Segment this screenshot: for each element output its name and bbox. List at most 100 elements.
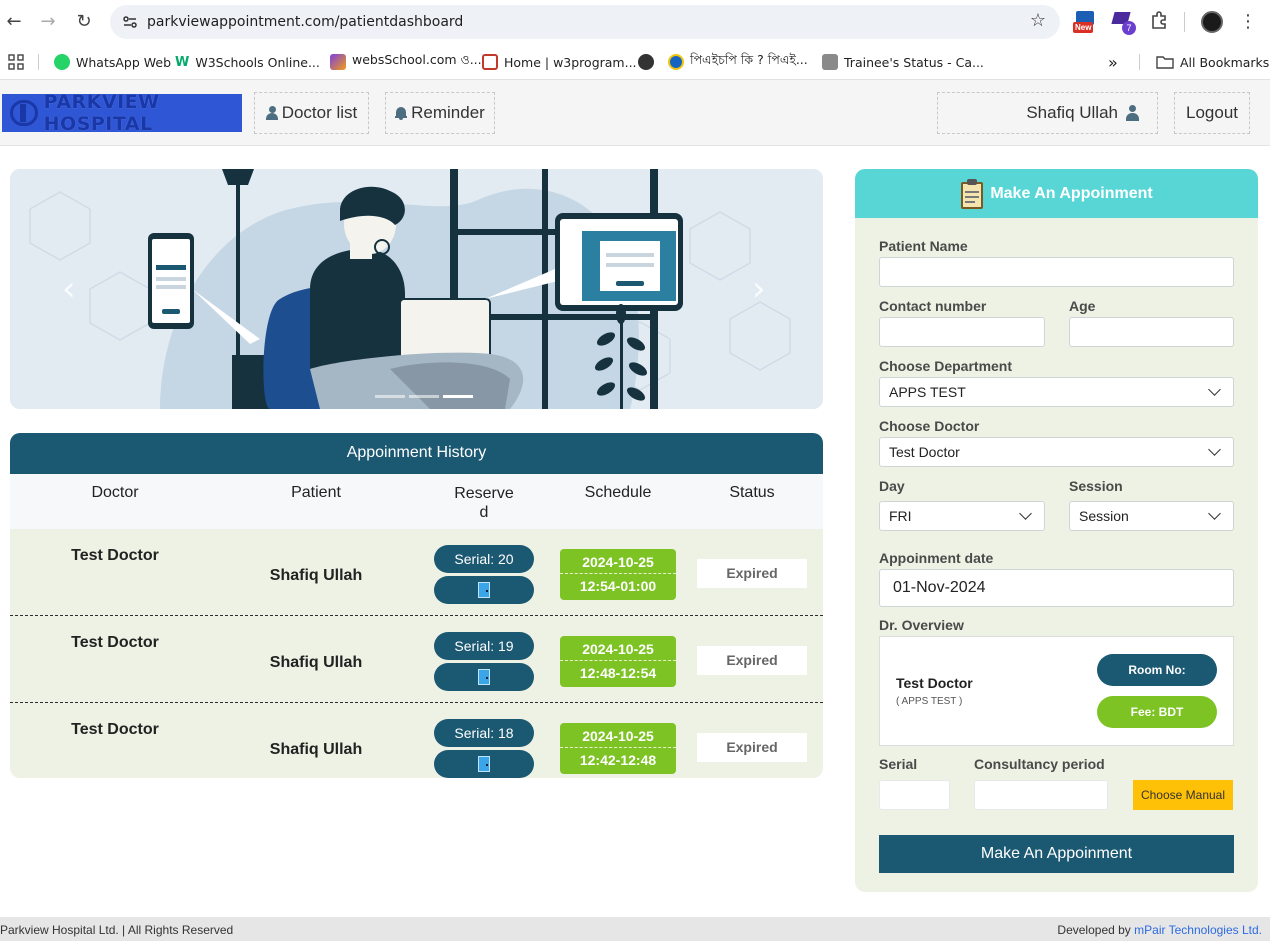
bookmark-star-icon[interactable]: ☆ — [1030, 10, 1046, 31]
more-bookmarks-icon[interactable]: » — [1108, 52, 1118, 72]
browser-toolbar: ← → ↻ parkviewappointment.com/patientdas… — [0, 0, 1270, 44]
toolbar-divider — [1184, 12, 1185, 32]
department-selected-value: APPS TEST — [889, 384, 966, 400]
serial-badge: Serial: 19 — [434, 632, 534, 660]
choose-manual-button[interactable]: Choose Manual — [1133, 780, 1233, 810]
carousel-indicator[interactable] — [375, 395, 405, 398]
whatsapp-icon — [54, 54, 70, 70]
carousel-indicator-active[interactable] — [443, 395, 473, 398]
reminder-button[interactable]: Reminder — [385, 92, 495, 134]
reminder-label: Reminder — [411, 103, 485, 122]
logo-text: PARKVIEW HOSPITAL — [43, 91, 160, 135]
chevron-down-icon — [1208, 507, 1221, 520]
chevron-down-icon — [1208, 443, 1221, 456]
schedule-date: 2024-10-25 — [560, 549, 676, 574]
user-profile-button[interactable]: Shafiq Ullah — [937, 92, 1158, 134]
room-door-button[interactable] — [434, 576, 534, 604]
bookmark-w3program[interactable]: Home | w3program... — [482, 52, 637, 72]
bookmark-w3schools[interactable]: W W3Schools Online... — [175, 52, 320, 72]
door-icon — [478, 669, 490, 685]
bookmark-trainee[interactable]: Trainee's Status - Ca... — [822, 52, 984, 72]
carousel-indicator[interactable] — [409, 395, 439, 398]
bookmark-websschool[interactable]: websSchool.com ও... — [330, 52, 482, 72]
bookmarks-bar: WhatsApp Web W W3Schools Online... websSc… — [0, 44, 1270, 80]
schedule-badge: 2024-10-25 12:42-12:48 — [560, 723, 676, 774]
doctor-overview-card: Test Doctor ( APPS TEST ) Room No: Fee: … — [879, 636, 1234, 746]
serial-label: Serial — [879, 756, 918, 772]
doctor-list-button[interactable]: Doctor list — [254, 92, 369, 134]
extension-count-badge: 7 — [1122, 21, 1136, 35]
day-label: Day — [879, 478, 905, 494]
doctor-label: Choose Doctor — [879, 418, 980, 434]
room-door-button[interactable] — [434, 663, 534, 691]
contact-number-input[interactable] — [879, 317, 1045, 347]
consultancy-period-input[interactable] — [974, 780, 1108, 810]
logout-label: Logout — [1186, 103, 1238, 122]
doctor-icon — [265, 106, 278, 120]
make-appointment-button[interactable]: Make An Appoinment — [879, 835, 1234, 873]
extension-cap-icon[interactable]: 7 — [1111, 9, 1137, 35]
reload-icon[interactable]: ↻ — [72, 10, 96, 34]
session-select[interactable]: Session — [1069, 501, 1234, 531]
day-select[interactable]: FRI — [879, 501, 1045, 531]
room-number-badge: Room No: — [1097, 654, 1217, 686]
history-title: Appoinment History — [10, 433, 823, 474]
apps-grid-icon[interactable] — [8, 54, 24, 75]
room-door-button[interactable] — [434, 750, 534, 778]
bookmarks-divider — [1139, 54, 1140, 70]
patient-name-label: Patient Name — [879, 238, 968, 254]
footer-copyright: Parkview Hospital Ltd. | All Rights Rese… — [0, 923, 234, 937]
bookmark-whatsapp[interactable]: WhatsApp Web — [54, 52, 171, 72]
websschool-icon — [330, 54, 346, 70]
globe-icon — [638, 54, 654, 70]
extensions-puzzle-icon[interactable] — [1148, 9, 1174, 35]
doctor-select[interactable]: Test Doctor — [879, 437, 1234, 467]
doctor-list-label: Doctor list — [281, 103, 358, 122]
developer-link[interactable]: mPair Technologies Ltd. — [1134, 923, 1262, 937]
new-extension-icon[interactable]: New — [1073, 9, 1099, 35]
banner-carousel[interactable]: ‹ › — [10, 169, 823, 409]
all-bookmarks-label: All Bookmarks — [1180, 54, 1270, 70]
schedule-badge: 2024-10-25 12:54-01:00 — [560, 549, 676, 600]
user-name: Shafiq Ullah — [1026, 103, 1118, 122]
address-bar[interactable]: parkviewappointment.com/patientdashboard… — [110, 5, 1060, 39]
chevron-down-icon — [1019, 507, 1032, 520]
age-input[interactable] — [1069, 317, 1234, 347]
doctor-overview-label: Dr. Overview — [879, 617, 964, 633]
hospital-logo[interactable]: PARKVIEW HOSPITAL — [2, 91, 242, 135]
session-label: Session — [1069, 478, 1123, 494]
back-arrow-icon[interactable]: ← — [2, 10, 26, 34]
table-row: Test Doctor Shafiq Ullah Serial: 19 2024… — [10, 616, 823, 703]
all-bookmarks-folder[interactable]: All Bookmarks — [1156, 52, 1269, 72]
table-row: Test Doctor Shafiq Ullah Serial: 20 2024… — [10, 529, 823, 616]
php-icon — [668, 54, 684, 70]
url-text: parkviewappointment.com/patientdashboard — [147, 14, 464, 30]
bookmark-globe[interactable] — [638, 52, 654, 72]
serial-badge: Serial: 18 — [434, 719, 534, 747]
app-header: PARKVIEW HOSPITAL Doctor list Reminder S… — [0, 80, 1270, 146]
carousel-next-arrow-icon[interactable]: › — [752, 269, 766, 309]
column-header-status: Status — [729, 484, 775, 501]
overview-doctor-name: Test Doctor — [896, 675, 973, 691]
profile-avatar[interactable] — [1201, 11, 1223, 33]
bookmarks-divider — [38, 54, 39, 70]
logout-button[interactable]: Logout — [1174, 92, 1250, 134]
banner-illustration — [10, 169, 823, 409]
bookmark-label: W3Schools Online... — [195, 54, 320, 70]
schedule-time: 12:42-12:48 — [579, 752, 657, 768]
appointment-date-input[interactable]: 01-Nov-2024 — [879, 569, 1234, 607]
serial-input[interactable] — [879, 780, 950, 810]
patient-name-input[interactable] — [879, 257, 1234, 287]
bookmark-php[interactable]: পিএইচপি কি ? পিএই... — [668, 52, 808, 72]
department-select[interactable]: APPS TEST — [879, 377, 1234, 407]
appointment-date-label: Appoinment date — [879, 550, 994, 566]
bell-icon — [395, 106, 408, 120]
row-patient: Shafiq Ullah — [269, 567, 363, 584]
forward-arrow-icon[interactable]: → — [36, 10, 60, 34]
browser-menu-icon[interactable]: ⋮ — [1236, 10, 1260, 34]
row-doctor: Test Doctor — [71, 721, 159, 738]
serial-badge: Serial: 20 — [434, 545, 534, 573]
site-settings-icon[interactable] — [122, 14, 138, 30]
carousel-prev-arrow-icon[interactable]: ‹ — [62, 269, 76, 309]
department-label: Choose Department — [879, 358, 1013, 374]
